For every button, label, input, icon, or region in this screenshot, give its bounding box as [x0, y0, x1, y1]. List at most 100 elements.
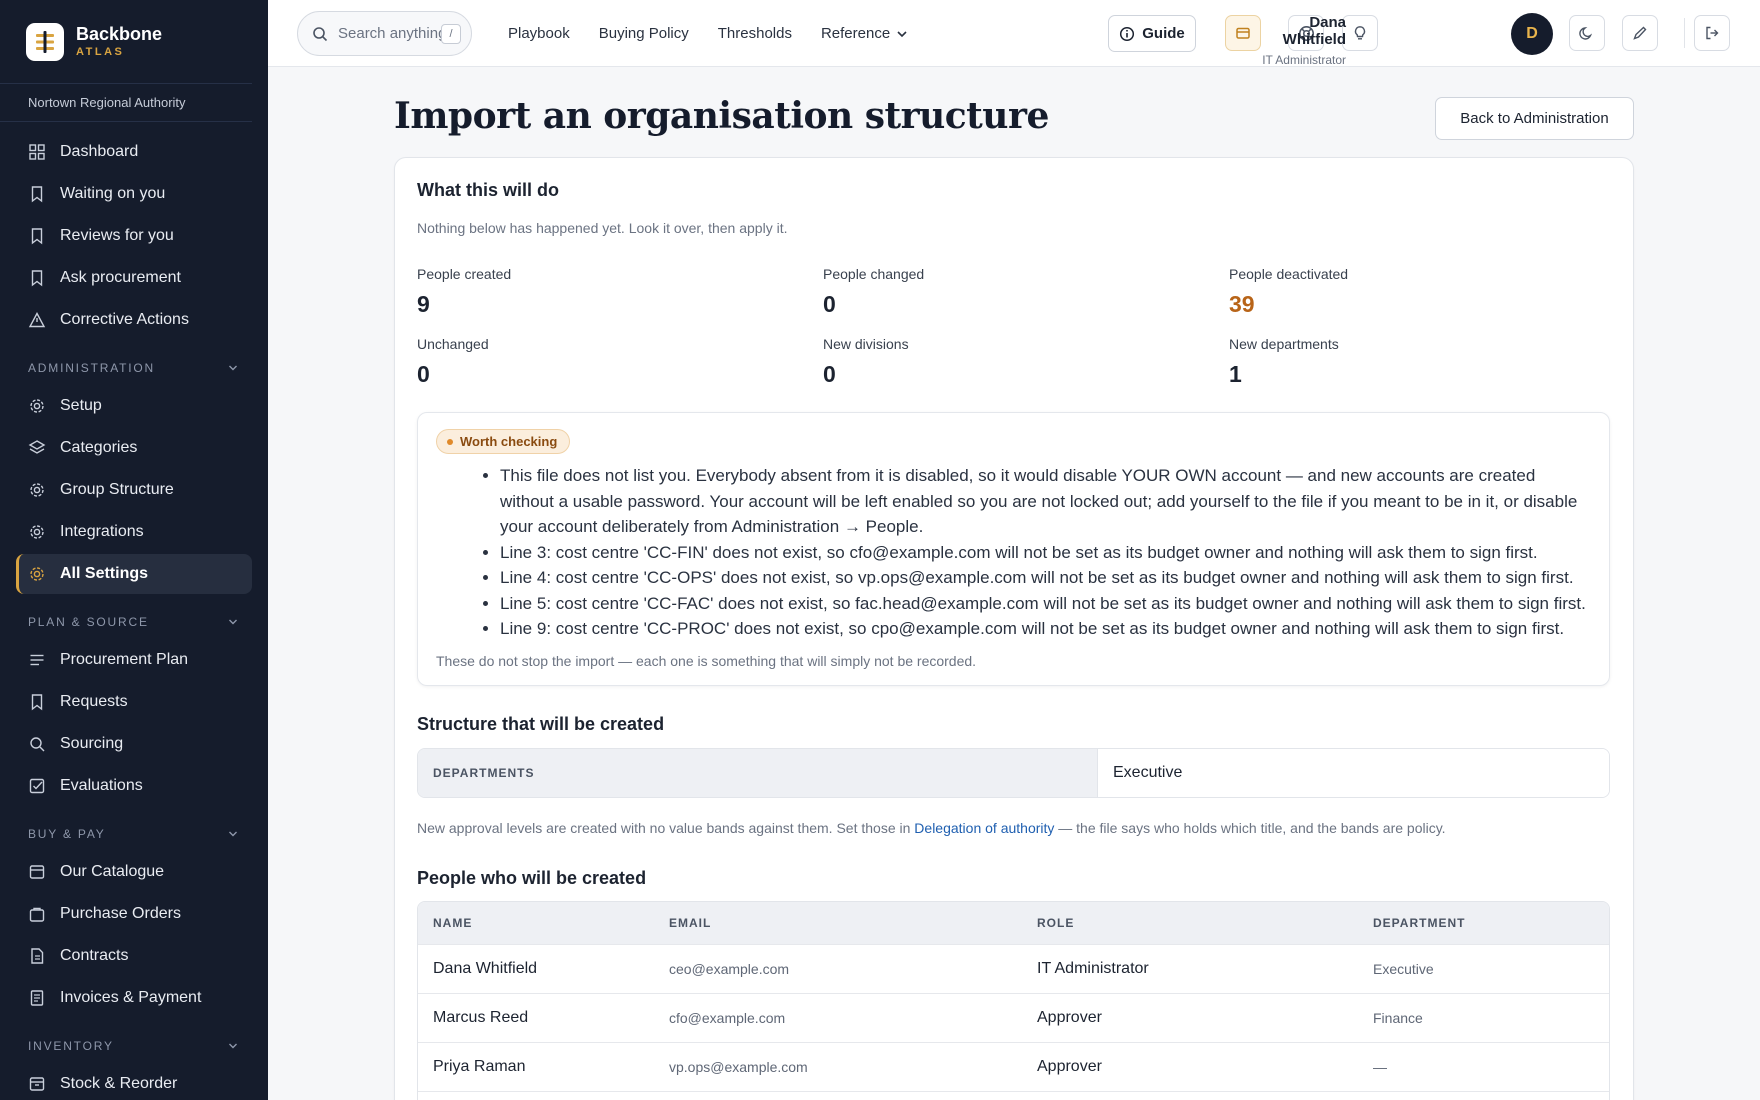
- section-header-administration[interactable]: ADMINISTRATION: [16, 350, 252, 386]
- stat-label: People created: [417, 266, 512, 282]
- sidebar-item-setup[interactable]: Setup: [16, 386, 252, 426]
- back-to-administration-button[interactable]: Back to Administration: [1435, 97, 1634, 140]
- structure-key: DEPARTMENTS: [418, 749, 1097, 797]
- topnav-thresholds[interactable]: Thresholds: [718, 25, 792, 42]
- summary-heading: What this will do: [417, 180, 559, 200]
- topnav-playbook[interactable]: Playbook: [508, 25, 570, 42]
- warning-item: Line 3: cost centre 'CC-FIN' does not ex…: [500, 540, 1590, 566]
- topnav-reference[interactable]: Reference: [821, 25, 908, 42]
- stat-new-divisions: New divisions 0: [823, 336, 909, 388]
- stat-value: 0: [823, 361, 836, 387]
- brand[interactable]: Backbone ATLAS: [0, 0, 252, 84]
- search-icon: [28, 735, 46, 753]
- gear-icon: [28, 523, 46, 541]
- sidebar-item-ask-procurement[interactable]: Ask procurement: [16, 258, 252, 298]
- bookmark-icon: [28, 693, 46, 711]
- avatar[interactable]: D: [1511, 13, 1553, 55]
- person-department: —: [1373, 1059, 1387, 1075]
- status-dot-icon: [447, 438, 453, 445]
- topnav-buying-policy[interactable]: Buying Policy: [599, 25, 689, 42]
- warning-item: Line 9: cost centre 'CC-PROC' does not e…: [500, 616, 1590, 642]
- search-shortcut-hint: /: [441, 24, 461, 44]
- sidebar-item-stock-and-reorder[interactable]: Stock & Reorder: [16, 1064, 252, 1100]
- person-role: Approver: [1037, 1009, 1102, 1026]
- column-header-name: NAME: [433, 916, 473, 930]
- table-row: Dana Whitfield ceo@example.com IT Admini…: [418, 944, 1609, 993]
- page-title: Import an organisation structure: [394, 95, 1049, 137]
- sidebar-item-procurement-plan[interactable]: Procurement Plan: [16, 640, 252, 680]
- person-name: Marcus Reed: [433, 1009, 529, 1026]
- feedback-button[interactable]: [1622, 15, 1658, 51]
- person-email: ceo@example.com: [669, 961, 790, 977]
- warning-item: Line 5: cost centre 'CC-FAC' does not ex…: [500, 591, 1590, 617]
- search-input[interactable]: Search anything /: [297, 11, 472, 56]
- delegation-of-authority-link[interactable]: Delegation of authority: [914, 820, 1054, 836]
- sidebar-item-requests[interactable]: Requests: [16, 682, 252, 722]
- ideas-button[interactable]: [1342, 15, 1378, 51]
- sign-out-icon: [1706, 26, 1719, 40]
- sidebar-item-all-settings[interactable]: All Settings: [16, 554, 252, 594]
- catalogue-icon: [28, 863, 46, 881]
- divider: [1684, 18, 1685, 48]
- receipt-icon: [28, 989, 46, 1007]
- warning-item: Line 4: cost centre 'CC-OPS' does not ex…: [500, 565, 1590, 591]
- warning-item: This file does not list you. Everybody a…: [500, 463, 1590, 540]
- sidebar-item-dashboard[interactable]: Dashboard: [16, 132, 252, 172]
- note-text: — the file says who holds which title, a…: [1054, 820, 1446, 836]
- sidebar-item-purchase-orders[interactable]: Purchase Orders: [16, 894, 252, 934]
- stat-label: New divisions: [823, 336, 909, 352]
- warning-list: This file does not list you. Everybody a…: [500, 463, 1590, 642]
- sign-out-button[interactable]: [1694, 15, 1730, 51]
- guide-button[interactable]: Guide: [1108, 15, 1196, 52]
- section-header-plan-and-source[interactable]: PLAN & SOURCE: [16, 604, 252, 640]
- info-icon: [1120, 26, 1135, 41]
- stat-value: 1: [1229, 361, 1242, 387]
- layers-icon: [28, 439, 46, 457]
- sidebar-item-label: Contracts: [60, 947, 129, 964]
- sidebar-item-corrective-actions[interactable]: Corrective Actions: [16, 300, 252, 340]
- sidebar-item-label: Corrective Actions: [60, 311, 189, 328]
- sidebar-item-reviews-for-you[interactable]: Reviews for you: [16, 216, 252, 256]
- sidebar-item-label: Sourcing: [60, 735, 124, 752]
- sidebar-item-waiting-on-you[interactable]: Waiting on you: [16, 174, 252, 214]
- sidebar-item-label: Group Structure: [60, 481, 174, 498]
- chevron-down-icon: [229, 831, 237, 837]
- sidebar-item-integrations[interactable]: Integrations: [16, 512, 252, 552]
- guide-label: Guide: [1142, 25, 1185, 42]
- section-title: INVENTORY: [28, 1039, 114, 1053]
- sidebar-item-label: Requests: [60, 693, 128, 710]
- people-heading: People who will be created: [417, 868, 647, 888]
- table-header: NAME EMAIL ROLE DEPARTMENT: [418, 902, 1609, 944]
- topbar: Search anything / Playbook Buying Policy…: [268, 0, 1760, 67]
- sidebar-item-contracts[interactable]: Contracts: [16, 936, 252, 976]
- theme-toggle-button[interactable]: [1569, 15, 1605, 51]
- section-header-buy-and-pay[interactable]: BUY & PAY: [16, 816, 252, 852]
- user-menu[interactable]: Dana Whitfield IT Administrator: [1242, 14, 1346, 67]
- badge-label: Worth checking: [460, 434, 558, 449]
- structure-heading: Structure that will be created: [417, 714, 665, 734]
- approval-levels-note: New approval levels are created with no …: [417, 820, 1446, 836]
- search-placeholder: Search anything: [338, 25, 442, 42]
- lightbulb-icon: [1354, 26, 1366, 40]
- structure-table: DEPARTMENTS Executive: [417, 748, 1610, 798]
- sidebar-item-our-catalogue[interactable]: Our Catalogue: [16, 852, 252, 892]
- sidebar-item-categories[interactable]: Categories: [16, 428, 252, 468]
- stat-value: 9: [417, 291, 430, 317]
- warnings-panel: Worth checking This file does not list y…: [417, 412, 1610, 686]
- sidebar-item-invoices-and-payment[interactable]: Invoices & Payment: [16, 978, 252, 1018]
- warnings-footer: These do not stop the import — each one …: [436, 653, 977, 669]
- sidebar-item-group-structure[interactable]: Group Structure: [16, 470, 252, 510]
- sidebar-item-label: Integrations: [60, 523, 144, 540]
- sidebar-item-evaluations[interactable]: Evaluations: [16, 766, 252, 806]
- sidebar-item-label: Dashboard: [60, 143, 139, 160]
- sidebar: Backbone ATLAS Nortown Regional Authorit…: [0, 0, 268, 1100]
- person-department: Executive: [1373, 961, 1434, 977]
- topnav-reference-label: Reference: [820, 25, 891, 42]
- sidebar-item-label: Evaluations: [60, 777, 143, 794]
- sidebar-item-sourcing[interactable]: Sourcing: [16, 724, 252, 764]
- warning-icon: [28, 311, 46, 329]
- person-role: Approver: [1037, 1058, 1102, 1075]
- section-header-inventory[interactable]: INVENTORY: [16, 1028, 252, 1064]
- stat-people-changed: People changed 0: [823, 266, 924, 318]
- summary-subtext: Nothing below has happened yet. Look it …: [417, 220, 788, 236]
